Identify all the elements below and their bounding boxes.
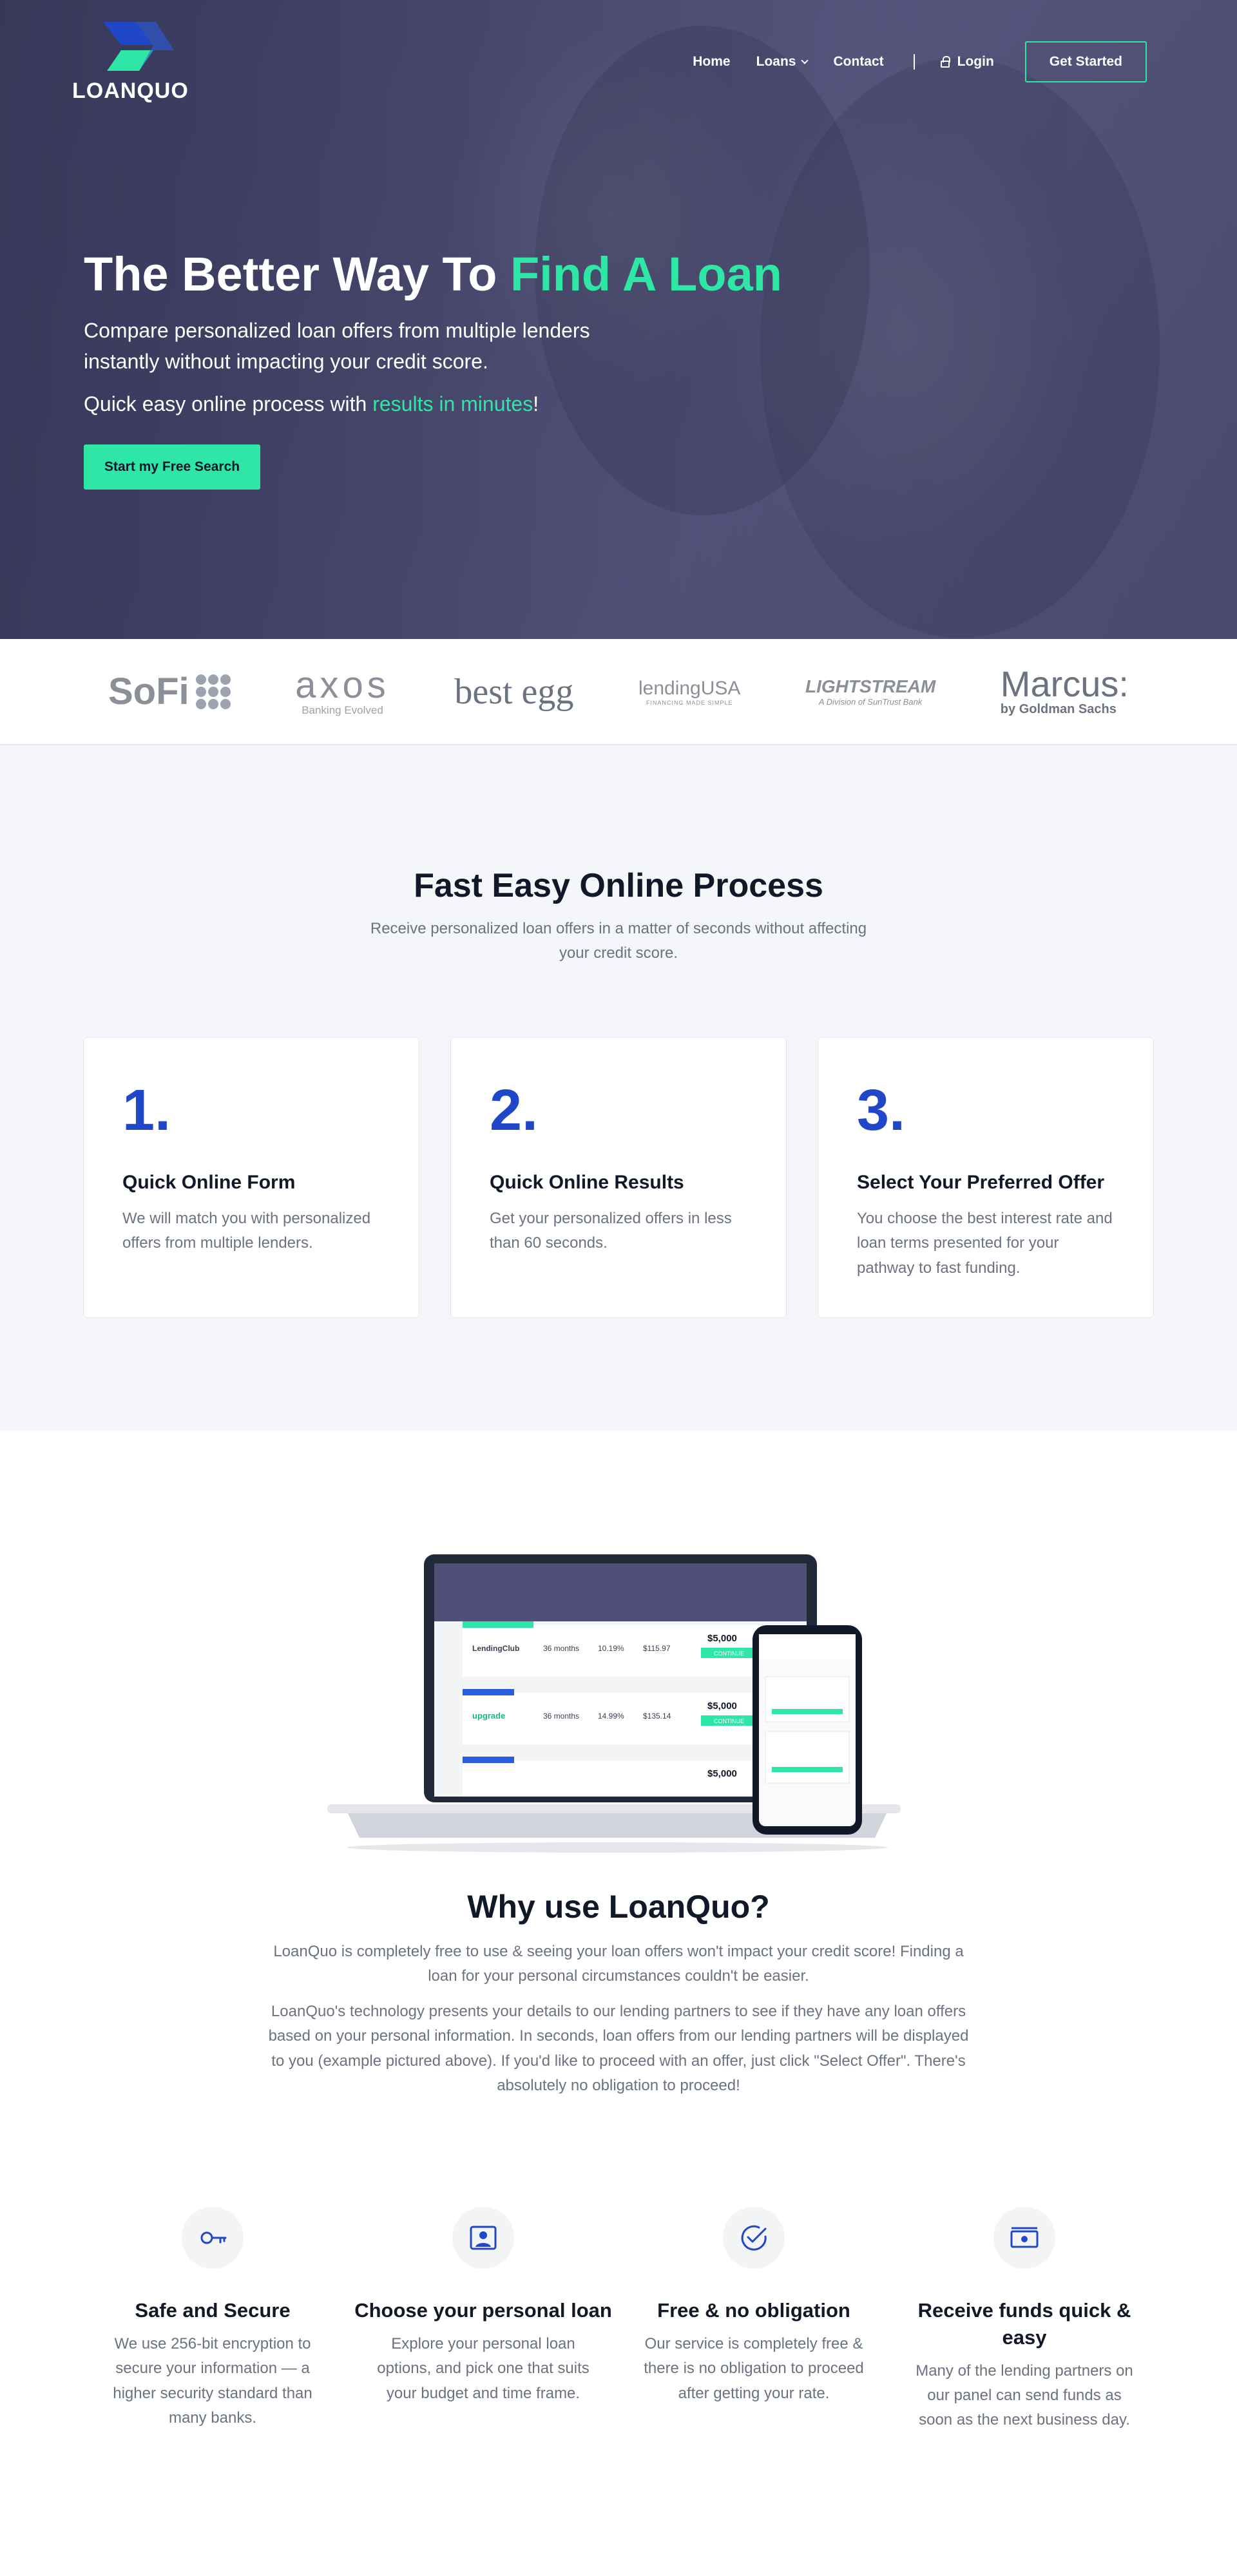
axos-logo-text: axos: [295, 663, 390, 706]
process-section: Fast Easy Online Process Receive persona…: [0, 745, 1237, 1431]
svg-text:36 months: 36 months: [543, 1712, 579, 1721]
step-number: 1.: [122, 1078, 171, 1143]
axos-tagline: Banking Evolved: [302, 703, 383, 716]
logo-arrow-icon: [103, 22, 174, 71]
hero-title-prefix: The Better Way To: [84, 247, 510, 301]
hero-subtitle: Compare personalized loan offers from mu…: [84, 319, 590, 373]
sofi-logo-text: SoFi: [108, 671, 189, 712]
lender-logos: SoFi axos Banking Evolved best egg lendi…: [0, 639, 1237, 745]
process-steps: 1. Quick Online Form We will match you w…: [0, 1036, 1237, 1318]
step-number: 2.: [490, 1078, 539, 1143]
bestegg-logo: best egg: [454, 671, 574, 712]
marcus-logo-text: Marcus:: [1000, 663, 1129, 704]
svg-text:$115.97: $115.97: [643, 1644, 671, 1653]
hero-title: The Better Way To Find A Loan: [84, 248, 857, 300]
step-title: Quick Online Results: [490, 1171, 684, 1193]
check-circle-icon: [723, 2207, 785, 2269]
feature-item: Choose your personal loan Explore your p…: [354, 2207, 612, 2433]
svg-text:14.99%: 14.99%: [598, 1712, 624, 1721]
nav-login-label: Login: [957, 54, 994, 69]
feature-text: Many of the lending partners on our pane…: [916, 2361, 1133, 2429]
hero-quick-accent: results in minutes: [372, 392, 533, 416]
hero-quick-line: Quick easy online process with results i…: [84, 392, 857, 416]
hero-section: LOANQUO Home Loans Contact Login Get Sta…: [0, 0, 1237, 639]
sofi-dots-icon: [195, 674, 231, 709]
nav-loans-label: Loans: [756, 54, 796, 69]
marcus-tagline: by Goldman Sachs: [1000, 702, 1117, 716]
svg-text:10.19%: 10.19%: [598, 1644, 624, 1653]
step-title: Quick Online Form: [122, 1171, 296, 1193]
chevron-down-icon: [801, 56, 809, 64]
hero-content: The Better Way To Find A Loan Compare pe…: [84, 248, 857, 490]
svg-text:CONTINUE: CONTINUE: [714, 1718, 744, 1724]
feature-title: Safe and Secure: [135, 2299, 291, 2322]
step-title: Select Your Preferred Offer: [857, 1171, 1105, 1193]
process-subtitle: Receive personalized loan offers in a ma…: [370, 920, 867, 962]
key-icon: [182, 2207, 244, 2269]
logo[interactable]: LOANQUO: [72, 22, 188, 106]
nav-contact[interactable]: Contact: [833, 54, 883, 70]
feature-title: Receive funds quick & easy: [917, 2299, 1131, 2349]
svg-text:$135.14: $135.14: [643, 1712, 671, 1721]
step-text: We will match you with personalized offe…: [122, 1209, 371, 1252]
lendingusa-tagline: FINANCING MADE SIMPLE: [646, 699, 733, 706]
top-nav: LOANQUO Home Loans Contact Login Get Sta…: [0, 0, 1237, 122]
lendingusa-logo-text: lendingUSA: [638, 677, 741, 699]
lightstream-tagline: A Division of SunTrust Bank: [818, 697, 923, 707]
device-mockup-illustration: LendingClub 36 months 10.19% $115.97 $5,…: [327, 1554, 901, 1853]
feature-title: Free & no obligation: [657, 2299, 850, 2322]
feature-text: We use 256-bit encryption to secure your…: [113, 2334, 312, 2427]
hero-title-accent: Find A Loan: [510, 247, 782, 301]
features-row: Safe and Secure We use 256-bit encryptio…: [84, 2207, 1153, 2433]
step-text: Get your personalized offers in less tha…: [490, 1209, 732, 1252]
lendingusa-logo: lendingUSA FINANCING MADE SIMPLE: [638, 678, 740, 706]
svg-text:$5,000: $5,000: [707, 1701, 737, 1712]
nav-links: Home Loans Contact Login Get Started: [667, 41, 1147, 82]
svg-text:36 months: 36 months: [543, 1644, 579, 1653]
nav-home[interactable]: Home: [693, 54, 730, 70]
feature-text: Our service is completely free & there i…: [644, 2334, 864, 2402]
logo-text: LOANQUO: [72, 79, 189, 103]
sofi-logo: SoFi: [108, 670, 231, 713]
feature-item: Safe and Secure We use 256-bit encryptio…: [84, 2207, 341, 2433]
why-section: LendingClub 36 months 10.19% $115.97 $5,…: [0, 1431, 1237, 2576]
marcus-logo: Marcus: by Goldman Sachs: [1001, 666, 1129, 717]
cash-icon: [993, 2207, 1055, 2269]
svg-text:upgrade: upgrade: [472, 1711, 505, 1721]
feature-title: Choose your personal loan: [354, 2299, 612, 2322]
why-paragraph-1: LoanQuo is completely free to use & seei…: [273, 1943, 964, 1985]
step-card: 3. Select Your Preferred Offer You choos…: [818, 1036, 1154, 1318]
feature-item: Free & no obligation Our service is comp…: [625, 2207, 883, 2433]
lightstream-logo: LIGHTSTREAM A Division of SunTrust Bank: [805, 676, 935, 707]
nav-login[interactable]: Login: [940, 54, 994, 70]
nav-divider: [913, 54, 915, 70]
process-title: Fast Easy Online Process: [414, 867, 823, 904]
nav-loans[interactable]: Loans: [756, 54, 809, 70]
get-started-button[interactable]: Get Started: [1024, 41, 1147, 82]
axos-logo: axos Banking Evolved: [295, 663, 390, 717]
step-text: You choose the best interest rate and lo…: [857, 1209, 1113, 1277]
user-profile-icon: [452, 2207, 514, 2269]
feature-text: Explore your personal loan options, and …: [377, 2334, 590, 2402]
why-title: Why use LoanQuo?: [467, 1889, 770, 1925]
hero-quick-prefix: Quick easy online process with: [84, 392, 373, 416]
start-search-button[interactable]: Start my Free Search: [84, 444, 261, 490]
svg-text:$5,000: $5,000: [707, 1633, 737, 1644]
step-number: 3.: [857, 1078, 906, 1143]
step-card: 2. Quick Online Results Get your persona…: [450, 1036, 787, 1318]
svg-text:$5,000: $5,000: [707, 1768, 737, 1779]
feature-item: Receive funds quick & easy Many of the l…: [896, 2207, 1153, 2433]
svg-text:LendingClub: LendingClub: [472, 1644, 519, 1653]
lightstream-logo-text: LIGHTSTREAM: [805, 676, 936, 696]
lock-icon: [940, 55, 950, 68]
step-card: 1. Quick Online Form We will match you w…: [83, 1036, 419, 1318]
why-paragraph-2: LoanQuo's technology presents your detai…: [268, 2003, 969, 2095]
hero-quick-suffix: !: [533, 392, 539, 416]
svg-text:CONTINUE: CONTINUE: [714, 1650, 744, 1657]
